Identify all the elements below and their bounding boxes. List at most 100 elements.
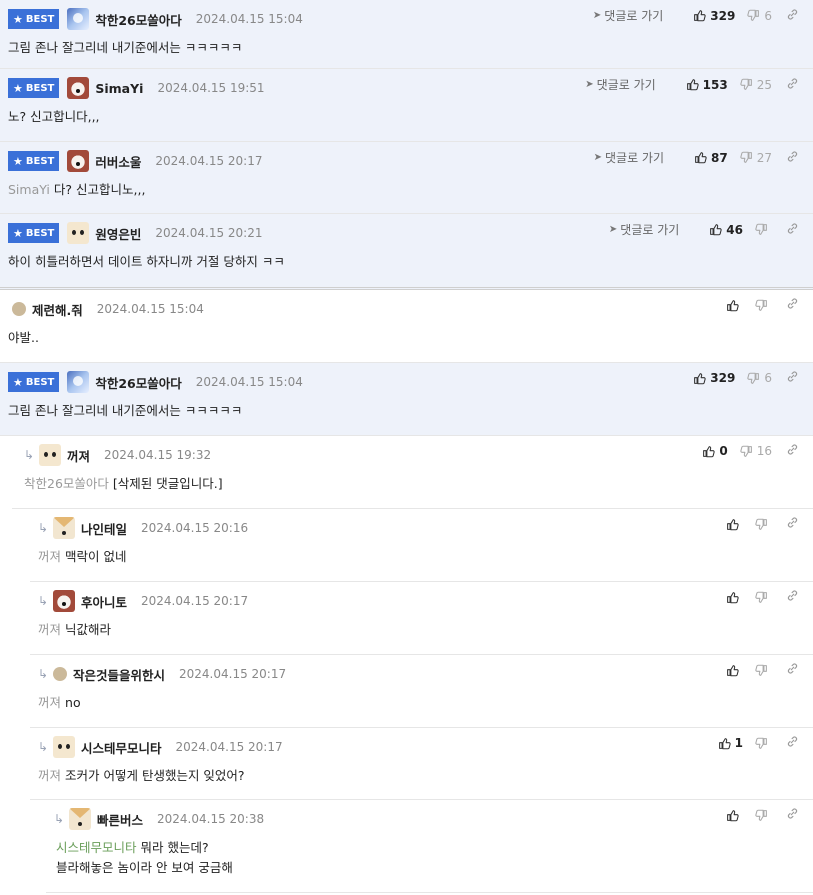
copy-link-button[interactable] bbox=[772, 8, 799, 24]
avatar[interactable] bbox=[12, 302, 26, 316]
comment-author[interactable]: 시스테무모니타 bbox=[81, 738, 162, 757]
downvote-button[interactable] bbox=[755, 223, 772, 236]
downvote-button[interactable]: 25 bbox=[740, 78, 772, 92]
goto-reply-link[interactable]: ➤ 댓글로 가기 bbox=[593, 7, 663, 24]
comment-item: 제련해.줘 2024.04.15 15:04 야발.. bbox=[0, 290, 813, 363]
avatar[interactable] bbox=[69, 808, 91, 830]
comment-author[interactable]: 후아니토 bbox=[81, 592, 127, 611]
comment-body: 꺼져 닉값해라 bbox=[38, 620, 111, 640]
avatar[interactable] bbox=[67, 371, 90, 393]
copy-link-button[interactable] bbox=[772, 370, 799, 386]
copy-link-button[interactable] bbox=[772, 222, 799, 238]
copy-link-button[interactable] bbox=[772, 150, 799, 166]
comment-date: 2024.04.15 15:04 bbox=[96, 302, 204, 316]
reply-target[interactable]: 착한26모쏠아다 bbox=[24, 476, 109, 491]
comment-date: 2024.04.15 20:21 bbox=[155, 226, 263, 240]
copy-link-button[interactable] bbox=[772, 516, 799, 532]
copy-link-button[interactable] bbox=[772, 735, 799, 751]
upvote-count: 153 bbox=[702, 77, 728, 92]
copy-link-button[interactable] bbox=[772, 589, 799, 605]
avatar[interactable] bbox=[67, 222, 90, 244]
copy-link-button[interactable] bbox=[772, 807, 799, 823]
comment-text: 맥락이 없네 bbox=[65, 549, 127, 564]
downvote-button[interactable]: 6 bbox=[747, 9, 772, 23]
goto-reply-link[interactable]: ➤ 댓글로 가기 bbox=[609, 221, 679, 238]
downvote-button[interactable]: 16 bbox=[740, 444, 772, 458]
thumbs-up-icon bbox=[727, 664, 739, 676]
comment-author[interactable]: 착한26모쏠아다 bbox=[95, 10, 181, 29]
upvote-button[interactable] bbox=[726, 518, 743, 531]
reply-target[interactable]: 시스테무모니타 bbox=[56, 840, 137, 855]
comment-author[interactable]: 나인테일 bbox=[81, 519, 127, 538]
downvote-button[interactable] bbox=[755, 809, 772, 822]
upvote-button[interactable]: 329 bbox=[693, 9, 735, 23]
star-icon: ★ bbox=[13, 154, 23, 168]
thumbs-down-icon bbox=[747, 372, 760, 384]
downvote-count: 16 bbox=[756, 444, 772, 458]
reply-target[interactable]: SimaYi bbox=[8, 182, 50, 197]
avatar[interactable] bbox=[39, 444, 61, 466]
avatar[interactable] bbox=[53, 736, 75, 758]
avatar[interactable] bbox=[53, 667, 67, 681]
comment-author[interactable]: 원영은빈 bbox=[95, 224, 141, 243]
link-icon bbox=[787, 663, 798, 674]
avatar[interactable] bbox=[67, 77, 90, 99]
upvote-button[interactable] bbox=[726, 664, 743, 677]
downvote-count: 25 bbox=[756, 77, 772, 92]
avatar[interactable] bbox=[67, 8, 90, 30]
downvote-button[interactable]: 6 bbox=[747, 371, 772, 385]
reply-target[interactable]: 꺼져 bbox=[38, 549, 61, 564]
comment-date: 2024.04.15 20:38 bbox=[157, 812, 265, 826]
comment-body: 꺼져 조커가 어떻게 탄생했는지 잊었어? bbox=[38, 766, 245, 786]
downvote-button[interactable] bbox=[755, 664, 772, 677]
copy-link-button[interactable] bbox=[772, 443, 799, 459]
avatar[interactable] bbox=[53, 590, 75, 612]
comment-author[interactable]: 꺼져 bbox=[67, 446, 90, 465]
thumbs-up-icon bbox=[727, 591, 739, 603]
reply-target[interactable]: 꺼져 bbox=[38, 768, 61, 783]
comment-body: 그림 존나 잘그리네 내기준에서는 ㅋㅋㅋㅋㅋ bbox=[8, 401, 242, 421]
downvote-button[interactable]: 27 bbox=[740, 151, 772, 165]
upvote-button[interactable]: 87 bbox=[694, 151, 728, 165]
copy-link-button[interactable] bbox=[772, 662, 799, 678]
upvote-button[interactable]: 46 bbox=[709, 223, 743, 237]
upvote-button[interactable] bbox=[726, 299, 743, 312]
comment-author[interactable]: 착한26모쏠아다 bbox=[95, 373, 181, 392]
reply-target[interactable]: 꺼져 bbox=[38, 695, 61, 710]
comment-author[interactable]: 러버소울 bbox=[95, 152, 141, 171]
comment-text: 하이 히틀러하면서 데이트 하자니까 거절 당하지 ㅋㅋ bbox=[8, 254, 285, 269]
thumbs-up-icon bbox=[694, 372, 706, 384]
best-badge: ★ BEST bbox=[8, 223, 60, 243]
reply-arrow-icon: ↳ bbox=[38, 521, 49, 535]
comment-author[interactable]: 작은것들을위한시 bbox=[73, 665, 165, 684]
comment-author[interactable]: SimaYi bbox=[95, 81, 143, 96]
send-icon: ➤ bbox=[608, 224, 618, 235]
goto-reply-link[interactable]: ➤ 댓글로 가기 bbox=[585, 76, 655, 93]
downvote-button[interactable] bbox=[755, 299, 772, 312]
comment-author[interactable]: 빠른버스 bbox=[97, 810, 143, 829]
send-icon: ➤ bbox=[593, 152, 602, 163]
reply-target[interactable]: 꺼져 bbox=[38, 622, 61, 637]
upvote-button[interactable]: 1 bbox=[718, 736, 743, 750]
downvote-button[interactable] bbox=[755, 737, 772, 750]
comment-author[interactable]: 제련해.줘 bbox=[32, 300, 83, 319]
comment-item: ↳ 시스테무모니타 2024.04.15 20:17 1 꺼져 조커가 어떻게 탄생했는지… bbox=[30, 728, 813, 800]
upvote-button[interactable]: 0 bbox=[702, 444, 728, 458]
avatar[interactable] bbox=[53, 517, 75, 539]
copy-link-button[interactable] bbox=[772, 297, 799, 313]
upvote-button[interactable] bbox=[726, 591, 743, 604]
downvote-button[interactable] bbox=[755, 518, 772, 531]
upvote-button[interactable]: 329 bbox=[693, 371, 735, 385]
avatar[interactable] bbox=[67, 150, 90, 172]
copy-link-button[interactable] bbox=[772, 77, 799, 93]
comment-text: 뭐라 했는데? bbox=[140, 840, 209, 855]
goto-reply-link[interactable]: ➤ 댓글로 가기 bbox=[594, 149, 664, 166]
upvote-button[interactable]: 153 bbox=[686, 78, 728, 92]
upvote-button[interactable] bbox=[726, 809, 743, 822]
comment-text-line2: 블라해놓은 놈이라 안 보여 궁금해 bbox=[56, 860, 233, 875]
comment-item: ↳ 빠른버스 2024.04.15 20:38 시스테무모니타 뭐라 했는데? 블라해놓은… bbox=[46, 800, 813, 893]
reply-arrow-icon: ↳ bbox=[24, 448, 35, 462]
downvote-button[interactable] bbox=[755, 591, 772, 604]
comment-date: 2024.04.15 20:17 bbox=[179, 667, 287, 681]
comment-date: 2024.04.15 19:32 bbox=[104, 448, 212, 462]
